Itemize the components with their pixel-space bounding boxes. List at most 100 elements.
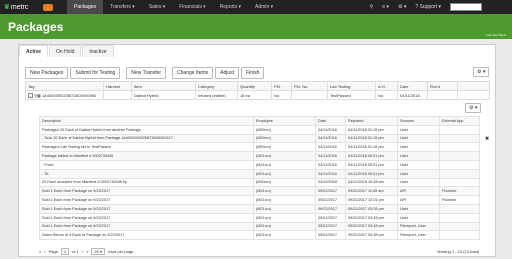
prev-page-button[interactable]: ‹ bbox=[44, 249, 45, 254]
column-header-reported[interactable]: Reported bbox=[345, 116, 398, 126]
table-row[interactable]: - To: (M21••••) 04/11/2018 04/11/2018 05:31… bbox=[39, 168, 480, 179]
column-header-date[interactable]: Date bbox=[397, 81, 428, 91]
leaf-icon: ❦ bbox=[4, 4, 10, 11]
tag-cell[interactable]: - ⚲▦ 1A4000000025873A00000960 bbox=[25, 90, 104, 100]
date-cell: 04/11/2018 bbox=[315, 133, 346, 144]
nav-transfers[interactable]: Transfers ▾ bbox=[103, 0, 142, 14]
description-cell: - Took 20 Each of Dabba Hybrid from Pack… bbox=[39, 133, 254, 144]
description-cell: Package's Lab Testing set to TestPassed bbox=[39, 142, 254, 153]
submit-for-testing-button[interactable]: Submit for Testing bbox=[70, 67, 121, 79]
close-icon[interactable]: ✖ bbox=[485, 136, 489, 142]
description-cell: Package added to Manifest # 0000739445 bbox=[39, 151, 254, 161]
column-header-rcvd[interactable]: Rcv'd bbox=[427, 81, 458, 91]
tab-active[interactable]: Active bbox=[19, 45, 49, 57]
column-header-lab-testing[interactable]: Lab Testing bbox=[327, 81, 376, 91]
history-options-button[interactable]: ⚙ ▾ bbox=[465, 103, 482, 113]
description-cell: Packaged 20 Each of Dabba Hybrid from an… bbox=[39, 124, 254, 135]
reported-cell: 04/11/2018 05:31 pm bbox=[345, 168, 398, 179]
search-icon[interactable]: ⚲ bbox=[370, 4, 374, 10]
page-count: of 1 bbox=[72, 248, 79, 254]
column-header-description[interactable]: Description bbox=[39, 116, 254, 126]
change-items-button[interactable]: Change Items bbox=[172, 67, 214, 79]
external-app-cell bbox=[439, 124, 480, 135]
column-header-category[interactable]: Category bbox=[195, 81, 238, 91]
page-number-input[interactable]: 1 bbox=[60, 247, 70, 255]
employee-cell: (M21••••) bbox=[253, 230, 316, 241]
table-row[interactable]: Package added to Manifest # 0000739445 (M… bbox=[39, 151, 480, 161]
sources-cell: API bbox=[397, 195, 440, 205]
description-cell: Sold 1 Each from Package on 9/22/2017 bbox=[39, 212, 254, 223]
rcvd-cell bbox=[427, 90, 458, 100]
table-row[interactable]: - ⚲▦ 1A4000000025873A00000960 Dabba Hybr… bbox=[25, 90, 490, 100]
date-cell: 04/11/2018 bbox=[315, 151, 346, 161]
external-app-cell bbox=[439, 151, 480, 161]
nav-sales[interactable]: Sales ▾ bbox=[142, 0, 172, 14]
pb-cell: No bbox=[271, 90, 292, 100]
back-badge[interactable]: ← bbox=[43, 3, 53, 11]
column-header-pb[interactable]: P.B. bbox=[271, 81, 292, 91]
column-header-ah[interactable]: A.H. bbox=[375, 81, 398, 91]
tab-on-hold[interactable]: On Hold bbox=[49, 45, 82, 57]
pb-no-cell bbox=[291, 90, 328, 100]
table-row[interactable]: Sales Return of 4 Each to Package on 9/2… bbox=[39, 230, 480, 241]
date-cell: 04/11/2018 bbox=[397, 90, 428, 100]
sources-cell: User bbox=[397, 177, 440, 188]
table-row[interactable]: Sold 1 Each from Package on 9/22/2017 (M2… bbox=[39, 186, 480, 197]
table-row[interactable]: 20 Each accepted from Manifest # 0000739… bbox=[39, 177, 480, 188]
table-row[interactable]: Sold 1 Each from Package on 9/22/2017 (M2… bbox=[39, 212, 480, 223]
table-row[interactable]: - From: (M21••••) 04/11/2018 04/11/2018 05:… bbox=[39, 159, 480, 170]
column-header-tag[interactable]: Tag bbox=[25, 81, 104, 91]
tab-inactive[interactable]: Inactive bbox=[82, 45, 114, 57]
date-cell: 09/22/2017 bbox=[315, 195, 346, 205]
history-header-row: Description Employee Date Reported Sourc… bbox=[39, 116, 480, 126]
grid-options-button[interactable]: ⚙ ▾ bbox=[473, 67, 490, 77]
employee-cell: (M21••••) bbox=[253, 186, 316, 197]
packages-panel: Active On Hold Inactive New Packages Sub… bbox=[18, 44, 496, 257]
table-row[interactable]: Sold 1 Each from Package on 9/22/2017 (M2… bbox=[39, 221, 480, 232]
column-header-date[interactable]: Date bbox=[315, 116, 346, 126]
reported-cell: 09/22/2017 03:35 pm bbox=[345, 212, 398, 223]
table-row[interactable]: - Took 20 Each of Dabba Hybrid from Pack… bbox=[39, 133, 480, 144]
next-page-button[interactable]: › bbox=[82, 249, 83, 254]
date-cell: 09/22/2017 bbox=[315, 221, 346, 232]
ah-cell: No bbox=[375, 90, 398, 100]
toolbar: New Packages Submit for Testing New Tran… bbox=[25, 67, 265, 79]
new-transfer-button[interactable]: New Transfer bbox=[126, 67, 167, 79]
column-header-external-app[interactable]: External App bbox=[439, 116, 480, 126]
column-header-pb-no[interactable]: P.B. No. bbox=[291, 81, 328, 91]
history-table: Description Employee Date Reported Sourc… bbox=[39, 116, 480, 241]
column-header-employee[interactable]: Employee bbox=[253, 116, 316, 126]
rows-per-page-label: rows per page bbox=[107, 248, 134, 254]
collapse-icon[interactable]: - bbox=[28, 92, 33, 98]
table-row[interactable]: Packaged 20 Each of Dabba Hybrid from an… bbox=[39, 124, 480, 135]
column-header-item[interactable]: Item bbox=[131, 81, 196, 91]
date-cell: 04/11/2018 bbox=[315, 159, 346, 170]
table-row[interactable]: Sold 1 Each from Package on 9/22/2017 (M2… bbox=[39, 203, 480, 214]
nav-admin[interactable]: Admin ▾ bbox=[248, 0, 280, 14]
adjust-button[interactable]: Adjust bbox=[215, 67, 240, 79]
gear-icon[interactable]: ⚙ ▾ bbox=[398, 4, 406, 10]
table-row[interactable]: Package's Lab Testing set to TestPassed(… bbox=[39, 142, 480, 153]
top-nav-bar: ❦ metrc ← Packages Transfers ▾ Sales ▾ F… bbox=[0, 0, 512, 14]
user-menu[interactable] bbox=[450, 3, 482, 11]
nav-packages[interactable]: Packages bbox=[67, 0, 103, 14]
page-header: Packages Calendar Basis bbox=[0, 14, 512, 39]
new-packages-button[interactable]: New Packages bbox=[25, 67, 69, 79]
nav-reports[interactable]: Reports ▾ bbox=[213, 0, 248, 14]
first-page-button[interactable]: « bbox=[39, 249, 41, 254]
menu-icon[interactable]: ≡ ▾ bbox=[382, 4, 389, 10]
last-page-button[interactable]: » bbox=[86, 249, 88, 254]
external-app-cell bbox=[439, 221, 480, 232]
rows-per-page-select[interactable]: 20 ▾ bbox=[91, 247, 105, 255]
nav-financials[interactable]: Financials ▾ bbox=[172, 0, 212, 14]
finish-button[interactable]: Finish bbox=[241, 67, 265, 79]
reported-cell: 04/11/2018 01:15 pm bbox=[345, 142, 398, 153]
support-menu[interactable]: ? Support ▾ bbox=[415, 4, 441, 10]
column-header-harvest[interactable]: Harvest bbox=[103, 81, 132, 91]
column-header-quantity[interactable]: Quantity bbox=[237, 81, 272, 91]
date-cell: 04/12/2018 bbox=[315, 177, 346, 188]
column-header-sources[interactable]: Sources bbox=[397, 116, 440, 126]
table-row[interactable]: Sold 1 Each from Package on 9/22/2017 (M2… bbox=[39, 195, 480, 205]
metrc-logo[interactable]: ❦ metrc bbox=[0, 0, 40, 14]
reported-cell: 04/11/2018 01:15 pm bbox=[345, 124, 398, 135]
